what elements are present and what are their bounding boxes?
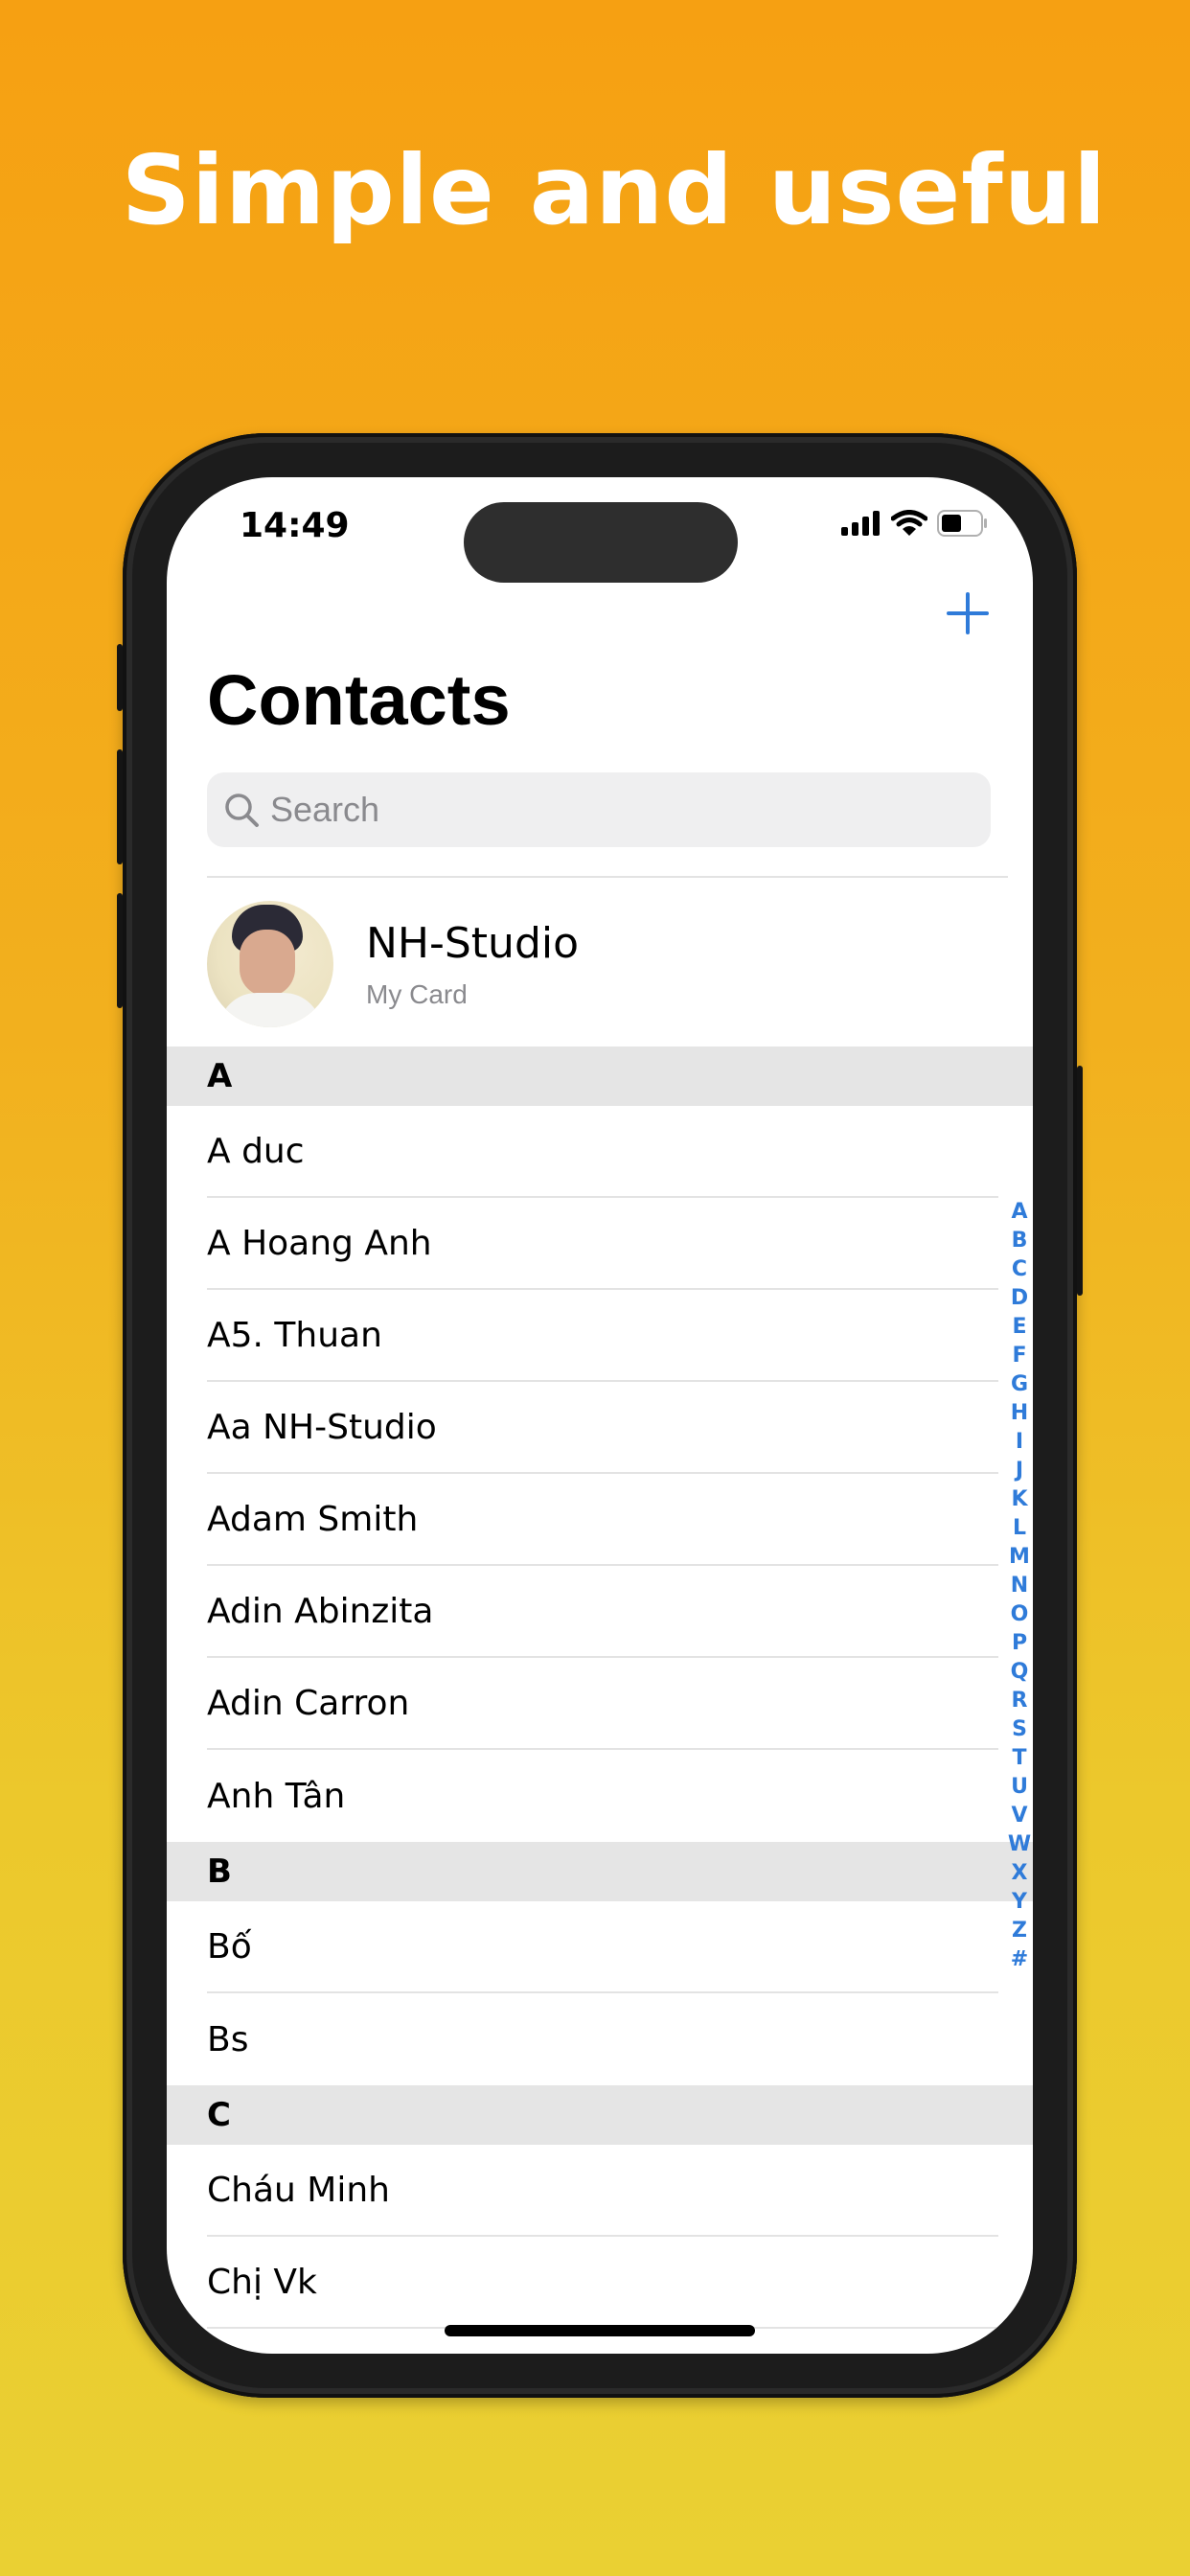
index-letter[interactable]: X (1012, 1859, 1028, 1888)
my-card[interactable]: NH-Studio My Card (207, 899, 1008, 1029)
contact-row[interactable]: A duc (207, 1106, 998, 1198)
index-letter[interactable]: S (1012, 1715, 1027, 1744)
index-letter[interactable]: I (1016, 1428, 1023, 1457)
index-letter[interactable]: # (1011, 1945, 1028, 1974)
avatar (207, 901, 333, 1027)
dynamic-island (464, 502, 738, 583)
contact-row[interactable]: Anh Tân (207, 1750, 998, 1842)
index-letter[interactable]: U (1011, 1773, 1028, 1802)
index-letter[interactable]: W (1008, 1830, 1031, 1859)
page-title: Contacts (207, 660, 511, 740)
contact-row[interactable]: A5. Thuan (207, 1290, 998, 1382)
wifi-icon (891, 510, 927, 536)
phone-frame: 14:49 Contacts Search NH-Studio My Card … (117, 433, 1083, 2398)
index-letter[interactable]: R (1012, 1687, 1028, 1715)
index-letter[interactable]: E (1012, 1313, 1026, 1342)
contact-row[interactable]: Adam Smith (207, 1474, 998, 1566)
my-card-subtitle: My Card (366, 978, 468, 1009)
contact-row[interactable]: Adin Abinzita (207, 1566, 998, 1658)
index-letter[interactable]: V (1011, 1802, 1027, 1830)
section-index[interactable]: A B C D E F G H I J K L M N O P Q R S T … (1006, 1198, 1033, 1974)
search-input[interactable] (268, 789, 943, 831)
battery-icon (937, 510, 987, 537)
index-letter[interactable]: Z (1012, 1917, 1027, 1945)
status-icons (841, 510, 989, 537)
index-letter[interactable]: F (1012, 1342, 1026, 1370)
section-header-a: A (167, 1046, 1033, 1106)
side-button-volume-down (117, 893, 123, 1008)
my-card-name: NH-Studio (366, 918, 580, 968)
side-button-volume-up (117, 749, 123, 864)
contact-row[interactable]: Cháu Minh (207, 2145, 998, 2237)
contact-row[interactable]: Bs (207, 1993, 998, 2085)
contact-row[interactable]: Aa NH-Studio (207, 1382, 998, 1474)
divider (207, 876, 1008, 878)
index-letter[interactable]: O (1011, 1600, 1029, 1629)
home-indicator[interactable] (445, 2325, 755, 2336)
index-letter[interactable]: C (1012, 1255, 1027, 1284)
index-letter[interactable]: A (1011, 1198, 1027, 1227)
contact-row[interactable]: Adin Carron (207, 1658, 998, 1750)
cellular-signal-icon (841, 511, 880, 536)
index-letter[interactable]: J (1016, 1457, 1023, 1485)
index-letter[interactable]: Q (1011, 1658, 1029, 1687)
index-letter[interactable]: D (1011, 1284, 1028, 1313)
index-letter[interactable]: G (1011, 1370, 1028, 1399)
status-time: 14:49 (240, 506, 350, 545)
contact-row[interactable]: Bố (207, 1901, 998, 1993)
plus-icon (947, 592, 989, 634)
contact-row[interactable]: A Hoang Anh (207, 1198, 998, 1290)
index-letter[interactable]: L (1013, 1514, 1026, 1543)
index-letter[interactable]: N (1011, 1572, 1028, 1600)
phone-screen: 14:49 Contacts Search NH-Studio My Card … (167, 477, 1033, 2354)
contact-row[interactable]: Chị Vk (207, 2237, 998, 2329)
side-button-power (1077, 1066, 1083, 1296)
side-button-action (117, 644, 123, 711)
index-letter[interactable]: P (1012, 1629, 1027, 1658)
contact-list: A A duc A Hoang Anh A5. Thuan Aa NH-Stud… (167, 1046, 1033, 2329)
section-header-c: C (167, 2085, 1033, 2145)
index-letter[interactable]: M (1009, 1543, 1030, 1572)
search-bar[interactable] (207, 772, 991, 847)
index-letter[interactable]: T (1012, 1744, 1026, 1773)
index-letter[interactable]: B (1012, 1227, 1028, 1255)
index-letter[interactable]: H (1011, 1399, 1028, 1428)
section-header-b: B (167, 1842, 1033, 1901)
index-letter[interactable]: Y (1012, 1888, 1027, 1917)
promo-headline: Simple and useful (121, 134, 1108, 246)
add-contact-button[interactable] (939, 585, 996, 642)
search-icon (225, 794, 259, 827)
index-letter[interactable]: K (1011, 1485, 1027, 1514)
